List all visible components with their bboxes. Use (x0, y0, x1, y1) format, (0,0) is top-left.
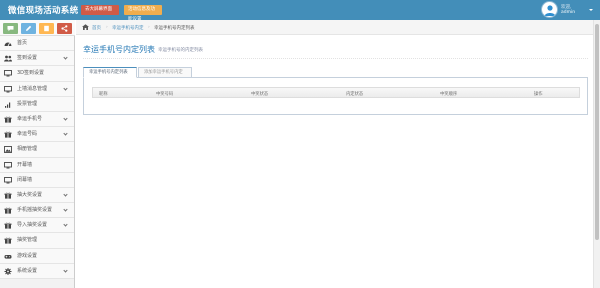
sidebar-item-system-settings[interactable]: 系统设置 (0, 263, 74, 279)
user-avatar-icon (544, 5, 556, 16)
gift-icon (4, 131, 12, 138)
sidebar-item-label: 抽大奖设置 (17, 191, 43, 198)
chevron-down-icon (63, 85, 68, 91)
sidebar-item-label: 幸运手机号 (17, 115, 43, 122)
tab-add[interactable]: 添加幸运手机号内定 (138, 67, 192, 78)
sidebar-item-label: 导入抽奖设置 (17, 222, 48, 229)
sidebar: 首页 签到设置 3D签到设置 上墙消息管理 投票管理 幸运手机号 幸运号码 相册… (0, 20, 75, 288)
sidebar-menu: 首页 签到设置 3D签到设置 上墙消息管理 投票管理 幸运手机号 幸运号码 相册… (0, 36, 74, 279)
sidebar-item-grand-prize[interactable]: 抽大奖设置 (0, 187, 74, 204)
user-name: admin (561, 10, 576, 15)
sidebar-item-label: 签到设置 (17, 55, 38, 62)
gamepad-icon (4, 254, 12, 259)
gift-icon (4, 222, 12, 229)
shortcut-users-button[interactable] (39, 23, 54, 34)
sidebar-item-label: 闭幕墙 (17, 176, 33, 183)
breadcrumb-parent-link[interactable]: 幸运手机号内定 (112, 25, 144, 31)
big-screen-button[interactable]: 去大屏幕界面 (81, 5, 119, 15)
data-table-header: 昵称 中奖号码 中奖状态 内定状态 中奖顺序 操作 (92, 87, 580, 98)
share-icon (61, 25, 68, 32)
sidebar-item-label: 游戏设置 (17, 252, 38, 259)
monitor-icon (4, 85, 12, 93)
chevron-down-icon (63, 55, 68, 60)
column-header-preset-status[interactable]: 内定状态 (346, 91, 363, 97)
breadcrumb-separator: › (106, 24, 108, 30)
sidebar-item-label: 相册管理 (17, 146, 38, 153)
gift-icon (4, 192, 12, 199)
chevron-down-icon (63, 222, 68, 227)
sidebar-item-label: 手机摇抽奖设置 (17, 207, 53, 214)
users-icon (44, 25, 49, 32)
breadcrumb: 首页 › 幸运手机号内定 › 幸运手机号内定列表 (76, 20, 600, 35)
breadcrumb-current: 幸运手机号内定列表 (154, 25, 195, 31)
breadcrumb-separator: › (148, 24, 150, 30)
page-scrollbar[interactable] (593, 20, 600, 288)
page-title: 幸运手机号内定列表 (83, 45, 155, 54)
sidebar-item-3d-signin[interactable]: 3D签到设置 (0, 66, 74, 82)
column-header-number[interactable]: 中奖号码 (156, 91, 173, 97)
chevron-down-icon (63, 207, 68, 212)
sidebar-item-lucky-number[interactable]: 幸运号码 (0, 127, 74, 143)
gear-icon (4, 267, 12, 275)
sidebar-item-label: 投票管理 (17, 100, 38, 107)
monitor-icon (4, 70, 12, 77)
top-navbar: 微信现场活动系统 去大屏幕界面 活动信息及功能设置 欢迎, admin (0, 0, 600, 22)
app-title[interactable]: 微信现场活动系统 (8, 4, 78, 16)
sidebar-item-label: 抽奖管理 (17, 237, 38, 244)
column-header-actions: 操作 (534, 92, 543, 97)
pencil-icon (26, 25, 32, 31)
chevron-down-icon (63, 116, 68, 121)
sidebar-item-label: 幸运号码 (17, 131, 38, 138)
tab-panel: 昵称 中奖号码 中奖状态 内定状态 中奖顺序 操作 (83, 78, 588, 115)
sidebar-item-shake-lottery[interactable]: 手机摇抽奖设置 (0, 203, 74, 219)
column-header-nickname[interactable]: 昵称 (99, 91, 108, 97)
sidebar-shortcuts (0, 20, 75, 36)
picture-icon (4, 146, 12, 154)
tachometer-icon (4, 42, 12, 47)
sidebar-item-label: 首页 (17, 40, 28, 46)
shortcut-share-button[interactable] (57, 23, 72, 34)
sidebar-item-closing-wall[interactable]: 闭幕墙 (0, 172, 74, 188)
sidebar-item-opening-wall[interactable]: 开幕墙 (0, 157, 74, 173)
gift-icon (4, 207, 12, 214)
sidebar-item-lucky-phone[interactable]: 幸运手机号 (0, 111, 74, 128)
gift-icon (4, 116, 12, 123)
avatar[interactable] (541, 1, 558, 18)
chevron-down-icon (589, 9, 593, 11)
sidebar-item-signin-settings[interactable]: 签到设置 (0, 51, 74, 67)
comment-icon (7, 26, 14, 32)
bar-chart-icon (5, 102, 11, 108)
sidebar-item-lottery-manage[interactable]: 抽奖管理 (0, 233, 74, 249)
monitor-icon (4, 176, 12, 184)
shortcut-pencil-button[interactable] (21, 23, 36, 34)
activity-settings-button[interactable]: 活动信息及功能设置 (124, 5, 162, 22)
sidebar-item-import-lottery[interactable]: 导入抽奖设置 (0, 218, 74, 234)
page-subtitle: 幸运手机号的内定列表 (158, 48, 203, 53)
monitor-icon (4, 161, 12, 168)
sidebar-item-vote[interactable]: 投票管理 (0, 96, 74, 112)
home-icon[interactable] (82, 24, 89, 30)
sidebar-item-label: 上墙消息管理 (17, 85, 48, 92)
chevron-down-icon (63, 268, 68, 273)
scrollbar-thumb[interactable] (595, 24, 599, 240)
sidebar-item-label: 开幕墙 (17, 161, 33, 168)
shortcut-comment-button[interactable] (3, 23, 18, 34)
tab-list[interactable]: 幸运手机号内定列表 (83, 67, 137, 78)
sidebar-item-label: 系统设置 (17, 267, 38, 274)
gift-icon (4, 238, 12, 245)
sidebar-item-album[interactable]: 相册管理 (0, 142, 74, 158)
page-header: 幸运手机号内定列表 幸运手机号的内定列表 (83, 44, 588, 59)
tab-bar: 幸运手机号内定列表 添加幸运手机号内定 (83, 66, 588, 78)
breadcrumb-home-link[interactable]: 首页 (92, 25, 101, 31)
column-header-win-order[interactable]: 中奖顺序 (440, 91, 457, 97)
chevron-down-icon (63, 192, 68, 197)
sidebar-item-label: 3D签到设置 (17, 70, 45, 77)
sidebar-item-game-settings[interactable]: 游戏设置 (0, 248, 74, 264)
column-header-win-status[interactable]: 中奖状态 (251, 91, 268, 97)
chevron-down-icon (63, 131, 68, 136)
sidebar-item-wall-messages[interactable]: 上墙消息管理 (0, 81, 74, 97)
users-icon (4, 55, 12, 62)
sidebar-item-home[interactable]: 首页 (0, 36, 74, 52)
